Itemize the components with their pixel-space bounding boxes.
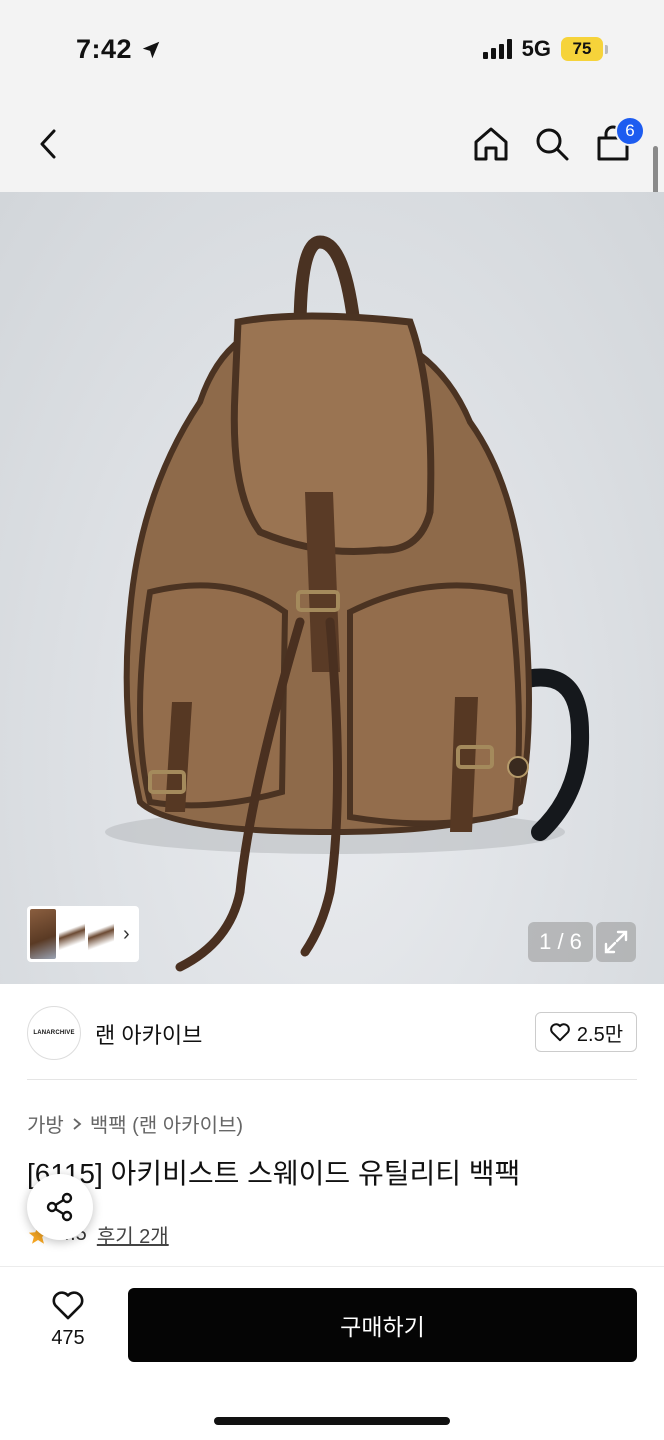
status-time: 7:42: [76, 34, 162, 65]
thumbnail-image[interactable]: [30, 909, 56, 959]
home-icon: [474, 127, 508, 161]
breadcrumb: 가방 백팩 (랜 아카이브): [27, 1109, 243, 1138]
cart-count-badge: 6: [615, 116, 645, 146]
status-bar: 7:42 5G 75: [0, 0, 664, 96]
breadcrumb-category[interactable]: 가방: [27, 1109, 64, 1138]
product-image: [105, 235, 590, 972]
breadcrumb-subcategory[interactable]: 백팩 (랜 아카이브): [90, 1109, 243, 1138]
reviews-link[interactable]: 후기 2개: [97, 1220, 169, 1249]
heart-icon: [550, 1023, 570, 1042]
share-icon: [46, 1192, 73, 1222]
wishlist-count: 475: [51, 1327, 85, 1349]
heart-icon: [52, 1291, 84, 1320]
chevron-right-icon: ›: [123, 922, 130, 945]
bottom-action-bar: 475 구매하기: [0, 1266, 664, 1440]
home-indicator: [214, 1417, 450, 1425]
battery-level: 75: [561, 37, 603, 61]
brand-like-count: 2.5만: [576, 1023, 624, 1046]
clock: 7:42: [76, 34, 133, 64]
product-title: [6115] 아키비스트 스웨이드 유틸리티 백팩: [27, 1158, 521, 1189]
home-button[interactable]: [467, 120, 515, 168]
search-icon: [536, 128, 569, 161]
battery-icon: 75: [561, 37, 608, 61]
network-type: 5G: [521, 36, 551, 61]
search-button[interactable]: [528, 120, 576, 168]
chevron-right-icon: [73, 1117, 82, 1130]
brand-row[interactable]: LANARCHIVE 랜 아카이브 2.5만: [27, 1004, 637, 1060]
share-button[interactable]: [27, 1174, 93, 1240]
chevron-left-icon: [40, 129, 56, 159]
status-indicators: 5G 75: [482, 36, 608, 62]
brand-like-button[interactable]: 2.5만: [535, 1012, 637, 1052]
wishlist-button[interactable]: 475: [32, 1289, 104, 1369]
divider: [27, 1079, 637, 1080]
thumbnail-image[interactable]: [59, 909, 85, 959]
top-nav-bar: 6: [0, 96, 664, 192]
back-button[interactable]: [24, 120, 72, 168]
thumbnail-strip[interactable]: ›: [27, 906, 139, 962]
brand-name[interactable]: 랜 아카이브: [95, 1018, 202, 1050]
thumbnail-image[interactable]: [88, 909, 114, 959]
fullscreen-button[interactable]: [596, 922, 636, 962]
expand-icon: [604, 930, 628, 954]
brand-logo[interactable]: LANARCHIVE: [27, 1006, 81, 1060]
product-image-gallery[interactable]: › 1 / 6: [0, 192, 664, 984]
buy-button[interactable]: 구매하기: [128, 1288, 637, 1362]
location-arrow-icon: [142, 41, 160, 58]
cellular-signal-icon: [482, 39, 512, 59]
image-counter: 1 / 6: [528, 922, 593, 962]
cart-button[interactable]: 6: [589, 116, 645, 168]
